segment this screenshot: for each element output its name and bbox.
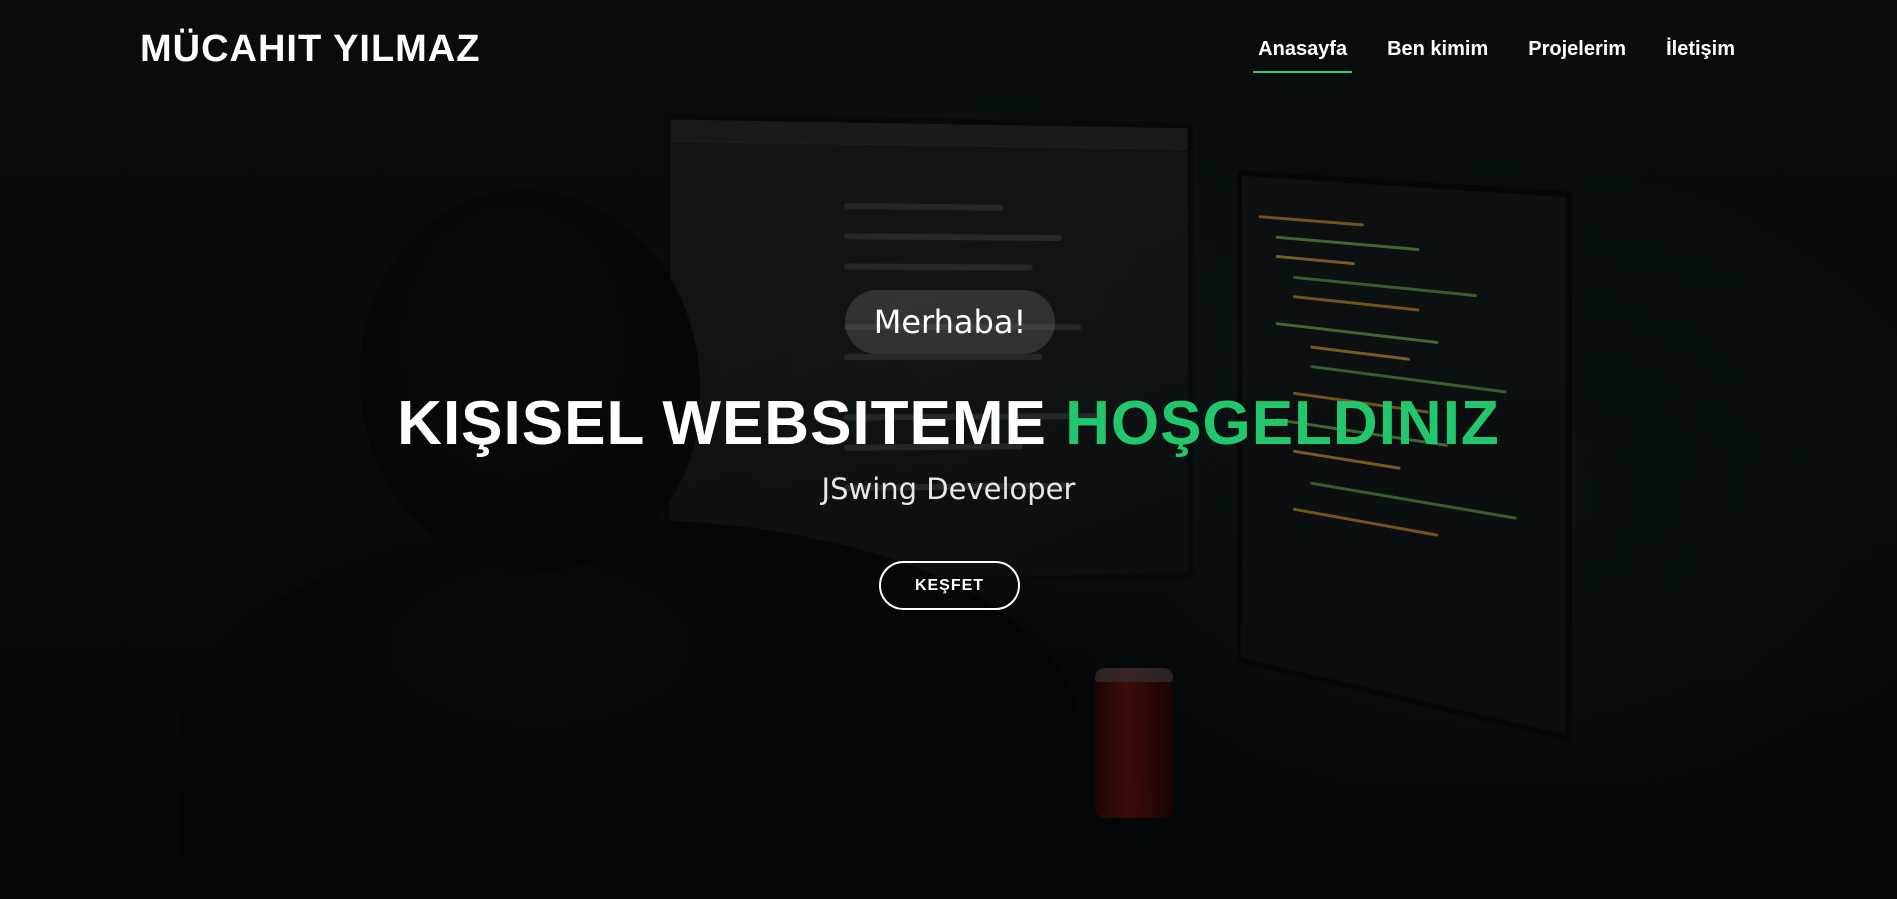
hero-content: Merhaba! KIŞISEL WEBSITEME HOŞGELDINIZ J…	[0, 0, 1897, 899]
hero-subtitle: JSwing Developer	[821, 472, 1076, 506]
hero-headline: KIŞISEL WEBSITEME HOŞGELDINIZ	[0, 388, 1897, 459]
hero-section: MÜCAHIT YILMAZ Anasayfa Ben kimim Projel…	[0, 0, 1897, 899]
headline-accent-text: HOŞGELDINIZ	[1065, 389, 1500, 458]
greeting-badge: Merhaba!	[845, 290, 1055, 354]
headline-main-text: KIŞISEL WEBSITEME	[397, 389, 1047, 458]
explore-button[interactable]: KEŞFET	[879, 561, 1020, 610]
